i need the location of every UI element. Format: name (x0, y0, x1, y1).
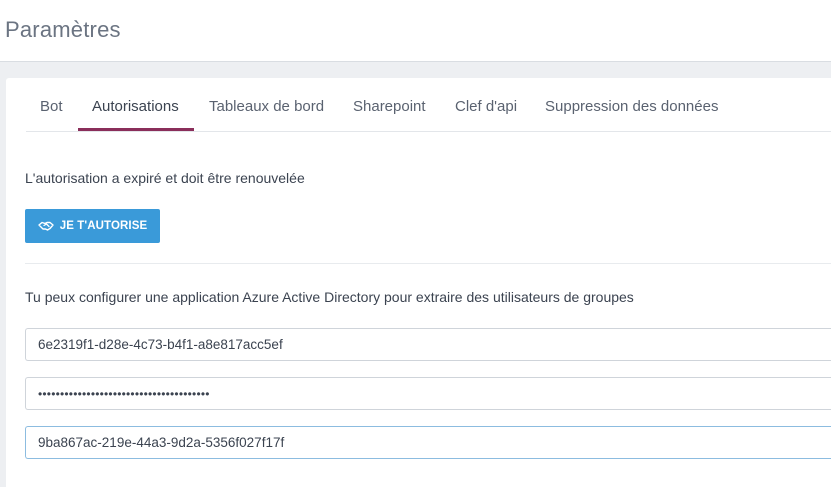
settings-card: Bot Autorisations Tableaux de bord Share… (6, 78, 831, 487)
client-secret-field[interactable]: ••••••••••••••••••••••••••••••••••••••• (25, 377, 831, 410)
tab-autorisations[interactable]: Autorisations (92, 98, 179, 115)
authorize-button[interactable]: JE T'AUTORISE (25, 209, 160, 243)
authorize-button-label: JE T'AUTORISE (59, 220, 148, 232)
page-title: Paramètres (5, 17, 121, 42)
tab-suppression-donnees[interactable]: Suppression des données (545, 98, 718, 115)
client-id-value: 6e2319f1-d28e-4c73-b4f1-a8e817acc5ef (38, 337, 283, 352)
handshake-icon (38, 220, 54, 232)
tenant-id-value: 9ba867ac-219e-44a3-9d2a-5356f027f17f (38, 435, 285, 450)
active-tab-indicator (78, 128, 194, 131)
section-divider (25, 263, 831, 264)
tab-bot[interactable]: Bot (40, 98, 63, 115)
tab-tableaux-de-bord[interactable]: Tableaux de bord (209, 98, 324, 115)
client-id-field[interactable]: 6e2319f1-d28e-4c73-b4f1-a8e817acc5ef (25, 328, 831, 361)
azure-info-text: Tu peux configurer une application Azure… (25, 289, 634, 305)
tab-sharepoint[interactable]: Sharepoint (353, 98, 426, 115)
tab-clef-api[interactable]: Clef d'api (455, 98, 517, 115)
top-bar: Paramètres (0, 0, 831, 62)
authorization-expired-message: L'autorisation a expiré et doit être ren… (25, 170, 305, 186)
tenant-id-field[interactable]: 9ba867ac-219e-44a3-9d2a-5356f027f17f (25, 426, 831, 459)
tab-bar: Bot Autorisations Tableaux de bord Share… (26, 78, 831, 132)
client-secret-value: ••••••••••••••••••••••••••••••••••••••• (38, 386, 210, 401)
